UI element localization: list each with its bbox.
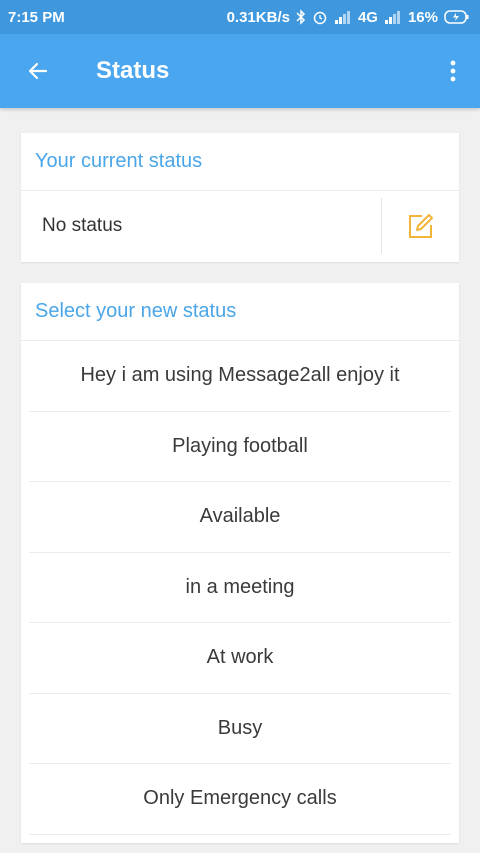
status-bar-right: 0.31KB/s 4G 16% [227,9,470,26]
network-type: 4G [357,8,378,26]
status-option[interactable]: Hey i am using Message2all enjoy it [29,341,451,412]
page-title: Status [96,57,170,84]
app-bar: Status [0,34,480,108]
current-status-row: No status [21,191,459,261]
status-option[interactable]: in a meeting [29,553,451,623]
signal-icon-2 [384,10,402,24]
status-option[interactable]: Busy [29,694,451,764]
more-vert-icon [450,60,456,82]
back-button[interactable] [14,47,62,95]
system-status-bar: 7:15 PM 0.31KB/s 4G 16% [0,0,480,34]
status-option[interactable]: At work [29,623,451,694]
edit-status-button[interactable] [381,198,459,254]
overflow-menu-button[interactable] [438,47,468,95]
alarm-icon [312,9,328,25]
back-arrow-icon [28,62,48,80]
battery-level: 16% [407,8,438,26]
status-options-list: Hey i am using Message2all enjoy it Play… [21,341,459,835]
current-status-text: No status [42,215,123,236]
signal-icon [334,10,352,24]
status-option[interactable]: Playing football [29,412,451,482]
edit-icon [408,214,433,238]
new-status-card: Select your new status Hey i am using Me… [21,283,459,843]
current-status-header: Your current status [21,133,459,191]
clock: 7:15 PM [8,8,65,26]
status-option[interactable]: Only Emergency calls [29,764,451,835]
status-option[interactable]: Available [29,482,451,553]
current-status-card: Your current status No status [21,133,459,262]
new-status-header: Select your new status [21,283,459,341]
battery-icon [444,9,470,25]
network-speed: 0.31KB/s [226,8,290,26]
bluetooth-icon [296,9,306,25]
